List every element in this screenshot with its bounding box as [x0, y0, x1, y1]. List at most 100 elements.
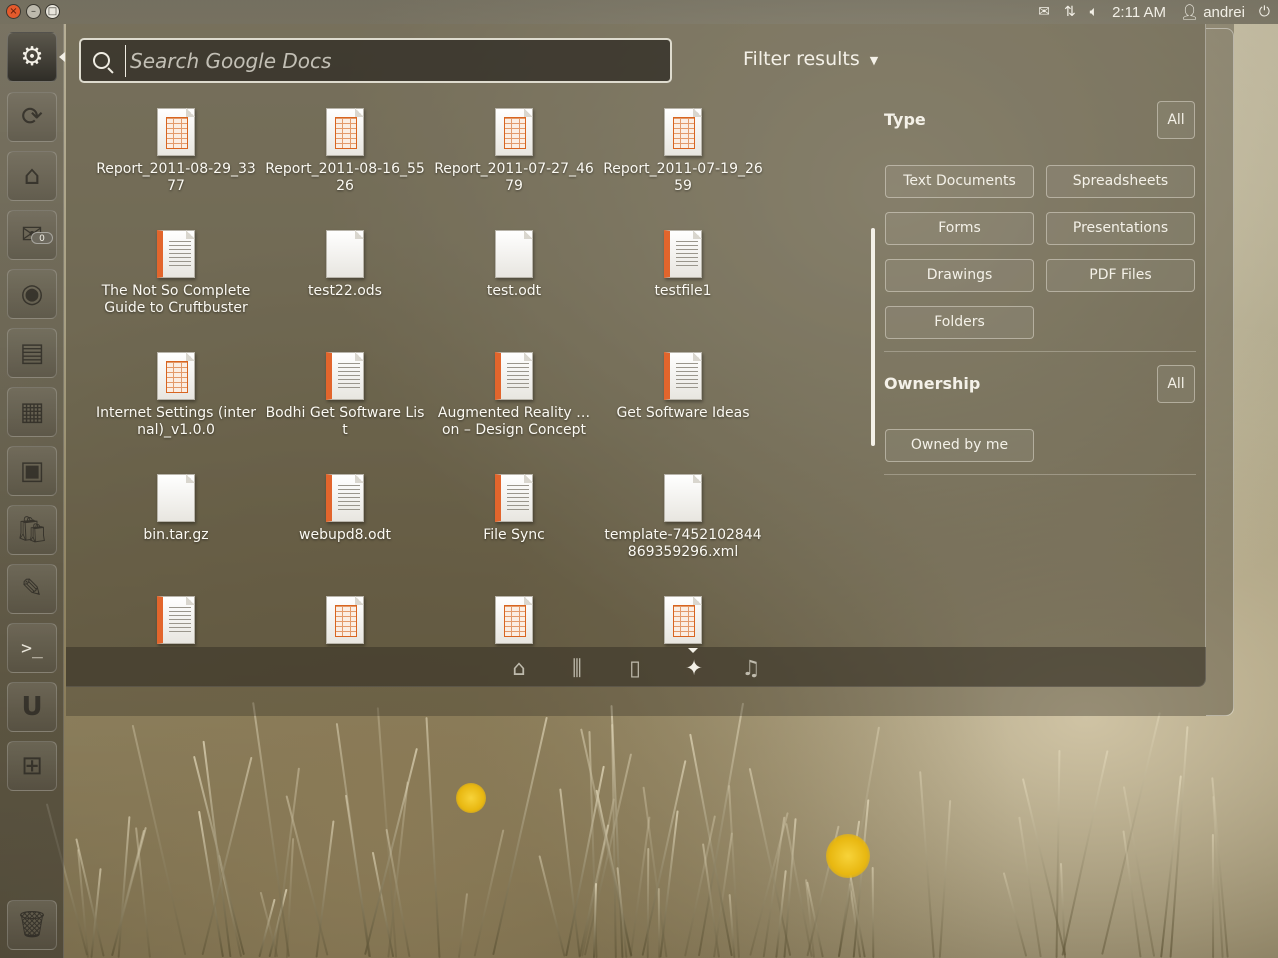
- clock[interactable]: 2:11 AM: [1112, 4, 1166, 21]
- home-lens-icon[interactable]: ⌂: [507, 656, 531, 680]
- launcher-software-center[interactable]: 🛍︎: [7, 505, 57, 555]
- result-item[interactable]: bin.tar.gz: [96, 474, 256, 544]
- filter-results-label: Filter results: [743, 48, 860, 70]
- mail-icon[interactable]: ✉: [1038, 4, 1050, 20]
- launcher-calc[interactable]: ▦: [7, 387, 57, 437]
- result-label: Get Software Ideas: [616, 405, 750, 421]
- launcher: ⚙ ⟳ ⌂ ✉ 0 ◉ ▤ ▦ ▣ 🛍︎ ✎ >_ U ⊞ 🗑︎: [0, 24, 64, 958]
- ownership-filter-title: Ownership: [884, 374, 981, 393]
- network-icon[interactable]: ⇅: [1064, 4, 1076, 20]
- home-folder-icon: ⌂: [23, 161, 41, 191]
- type-all-button[interactable]: All: [1157, 101, 1195, 139]
- result-item[interactable]: Bodhi Get Software List: [265, 352, 425, 439]
- result-item[interactable]: Report_2011-07-19_2659: [603, 108, 763, 195]
- type-filter-title: Type: [884, 110, 926, 129]
- launcher-text-editor[interactable]: ✎: [7, 564, 57, 614]
- result-label: testfile1: [654, 283, 712, 299]
- filter-folders-button[interactable]: Folders: [885, 306, 1034, 339]
- search-box[interactable]: [79, 38, 672, 83]
- result-item[interactable]: [603, 596, 763, 649]
- top-panel: × – □ ✉ ⇅ 🔈︎ 2:11 AM 👤︎ andrei ⏻: [0, 0, 1278, 24]
- ubuntu-logo-icon: ⚙: [20, 42, 44, 72]
- result-item[interactable]: Report_2011-08-29_3377: [96, 108, 256, 195]
- volume-icon[interactable]: 🔈︎: [1090, 4, 1098, 20]
- minimize-window-button[interactable]: –: [26, 4, 41, 19]
- search-icon: [93, 52, 110, 69]
- result-label: test.odt: [486, 283, 542, 299]
- launcher-workspace-switcher[interactable]: ⊞: [7, 741, 57, 791]
- filter-presentations-button[interactable]: Presentations: [1046, 212, 1195, 245]
- maximize-window-button[interactable]: □: [45, 4, 60, 19]
- spreadsheet-file-icon: [664, 108, 702, 156]
- filter-results-toggle[interactable]: Filter results ▼: [743, 48, 878, 70]
- terminal-icon: >_: [21, 637, 43, 659]
- files-lens-icon[interactable]: ▯: [623, 656, 647, 680]
- result-item[interactable]: [265, 596, 425, 649]
- spreadsheet-file-icon: [326, 596, 364, 644]
- spreadsheet-file-icon: [664, 596, 702, 644]
- filter-owned-by-me-button[interactable]: Owned by me: [885, 429, 1034, 462]
- dash-home-button[interactable]: ⚙: [7, 32, 57, 82]
- text-document-icon: [495, 352, 533, 400]
- close-window-button[interactable]: ×: [6, 4, 21, 19]
- result-item[interactable]: test.odt: [434, 230, 594, 300]
- result-item[interactable]: test22.ods: [265, 230, 425, 300]
- user-icon: 👤︎: [1180, 4, 1200, 21]
- mail-count-badge: 0: [31, 232, 53, 244]
- filter-spreadsheets-button[interactable]: Spreadsheets: [1046, 165, 1195, 198]
- active-lens-marker: [688, 648, 698, 653]
- result-item[interactable]: Report_2011-08-16_5526: [265, 108, 425, 195]
- writer-icon: ▤: [19, 338, 45, 368]
- result-item[interactable]: Get Software Ideas: [603, 352, 763, 422]
- result-item[interactable]: File Sync: [434, 474, 594, 544]
- launcher-writer[interactable]: ▤: [7, 328, 57, 378]
- blank-file-icon: [326, 230, 364, 278]
- filter-forms-button[interactable]: Forms: [885, 212, 1034, 245]
- wallpaper-grass: [45, 688, 1278, 958]
- text-document-icon: [664, 352, 702, 400]
- blank-file-icon: [664, 474, 702, 522]
- filter-scrollbar[interactable]: [871, 228, 875, 446]
- spreadsheet-file-icon: [157, 352, 195, 400]
- filter-drawings-button[interactable]: Drawings: [885, 259, 1034, 292]
- result-item[interactable]: The Not So Complete Guide to Cruftbuster: [96, 230, 256, 317]
- impress-icon: ▣: [19, 456, 45, 486]
- result-label: Bodhi Get Software List: [265, 405, 425, 438]
- text-editor-icon: ✎: [21, 574, 43, 604]
- filter-text-documents-button[interactable]: Text Documents: [885, 165, 1034, 198]
- workspaces-icon: ⊞: [21, 751, 43, 781]
- result-label: Internet Settings (internal)_v1.0.0: [96, 405, 256, 438]
- result-label: bin.tar.gz: [143, 527, 209, 543]
- firefox-icon: ◉: [20, 279, 44, 309]
- filter-pdf-files-button[interactable]: PDF Files: [1046, 259, 1195, 292]
- calc-icon: ▦: [19, 397, 45, 427]
- power-icon[interactable]: ⏻: [1259, 4, 1270, 20]
- result-item[interactable]: [434, 596, 594, 649]
- launcher-ubuntu-one[interactable]: U: [7, 682, 57, 732]
- result-item[interactable]: testfile1: [603, 230, 763, 300]
- launcher-firefox[interactable]: ◉: [7, 269, 57, 319]
- launcher-trash[interactable]: 🗑︎: [7, 900, 57, 950]
- launcher-update-manager[interactable]: ⟳: [7, 92, 57, 142]
- spreadsheet-file-icon: [157, 108, 195, 156]
- result-item[interactable]: Augmented Reality …on – Design Concept: [434, 352, 594, 439]
- google-docs-lens-icon[interactable]: ✦: [682, 656, 706, 680]
- result-item[interactable]: webupd8.odt: [265, 474, 425, 544]
- dropdown-arrow-icon: ▼: [869, 54, 879, 67]
- result-label: Report_2011-08-29_3377: [96, 161, 256, 194]
- result-item[interactable]: Report_2011-07-27_4679: [434, 108, 594, 195]
- launcher-impress[interactable]: ▣: [7, 446, 57, 496]
- launcher-home-folder[interactable]: ⌂: [7, 151, 57, 201]
- music-lens-icon[interactable]: ♫: [739, 656, 763, 680]
- launcher-terminal[interactable]: >_: [7, 623, 57, 673]
- result-item[interactable]: template-7452102844869359296.xml: [603, 474, 763, 561]
- applications-lens-icon[interactable]: ⫼: [565, 656, 589, 680]
- search-input[interactable]: [125, 45, 655, 77]
- indicator-area: ✉ ⇅ 🔈︎ 2:11 AM 👤︎ andrei ⏻: [1038, 0, 1270, 24]
- result-item[interactable]: [96, 596, 256, 649]
- ownership-all-button[interactable]: All: [1157, 365, 1195, 403]
- user-menu[interactable]: 👤︎ andrei: [1180, 3, 1245, 21]
- result-item[interactable]: Internet Settings (internal)_v1.0.0: [96, 352, 256, 439]
- result-label: Report_2011-07-27_4679: [434, 161, 594, 194]
- dash-resize-edge[interactable]: [1206, 28, 1234, 716]
